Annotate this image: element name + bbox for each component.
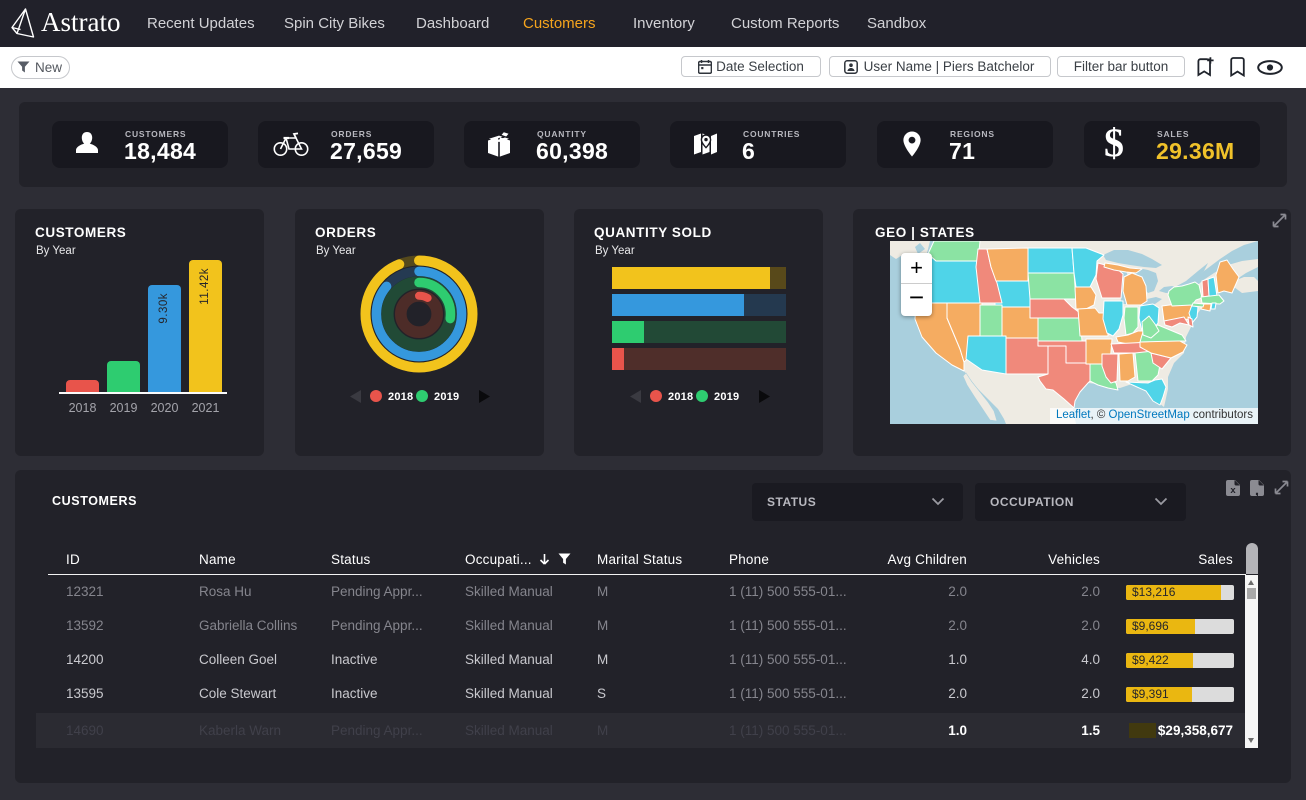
svg-text:x: x <box>1230 485 1236 496</box>
svg-text:,: , <box>1255 482 1259 496</box>
